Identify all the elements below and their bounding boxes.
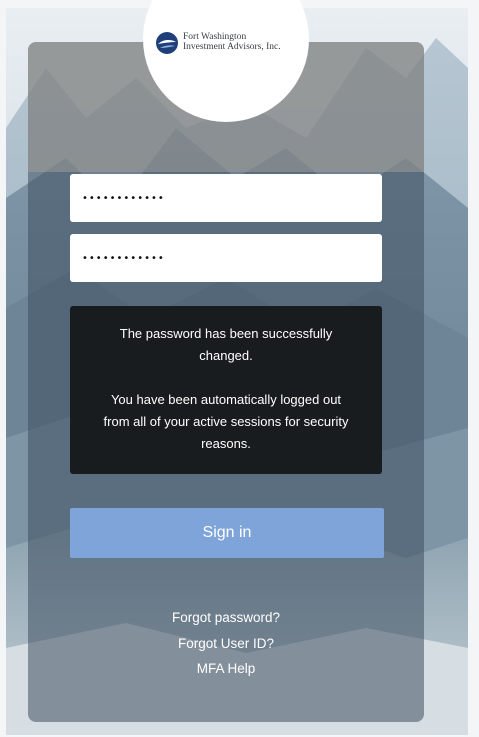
- message-line-1: The password has been successfully chang…: [119, 326, 333, 363]
- user-id-field[interactable]: [70, 174, 382, 222]
- forgot-password-link[interactable]: Forgot password?: [28, 605, 424, 631]
- message-line-2: You have been automatically logged out f…: [103, 392, 349, 451]
- company-name: Fort Washington Investment Advisors, Inc…: [183, 32, 281, 52]
- company-name-line1: Fort Washington: [183, 32, 247, 42]
- password-field[interactable]: [70, 234, 382, 282]
- sign-in-button[interactable]: Sign in: [70, 508, 384, 558]
- company-logo: Fort Washington Investment Advisors, Inc…: [155, 30, 300, 60]
- globe-logo-icon: [156, 32, 178, 54]
- help-links: Forgot password? Forgot User ID? MFA Hel…: [28, 605, 424, 682]
- forgot-user-id-link[interactable]: Forgot User ID?: [28, 631, 424, 657]
- company-name-line2: Investment Advisors, Inc.: [183, 42, 281, 52]
- mfa-help-link[interactable]: MFA Help: [28, 656, 424, 682]
- password-changed-message: The password has been successfully chang…: [70, 306, 382, 474]
- page-frame: Fort Washington Investment Advisors, Inc…: [0, 0, 479, 737]
